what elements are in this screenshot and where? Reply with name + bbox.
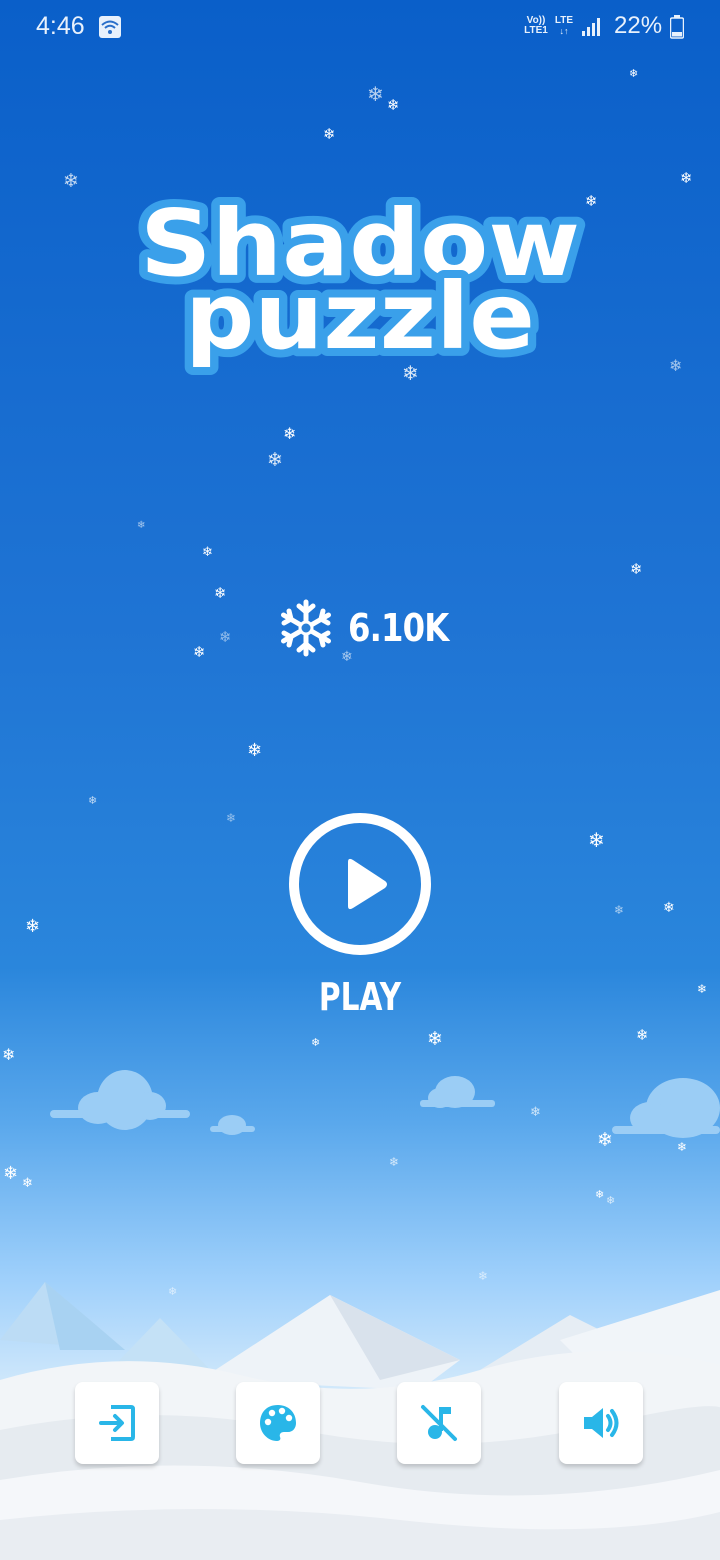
snowflake-icon: ❄ <box>697 982 708 996</box>
snowflake-icon: ❄ <box>629 67 639 80</box>
snowflake-icon: ❄ <box>387 96 400 114</box>
sound-on-icon <box>584 1408 619 1438</box>
snowflake-icon: ❄ <box>267 449 283 471</box>
game-title-logo: Shadow puzzle <box>120 180 600 380</box>
snowflake-icon: ❄ <box>630 560 643 578</box>
snowflake-icon: ❄ <box>283 424 297 443</box>
snowflake-icon: ❄ <box>88 794 98 807</box>
music-toggle-button[interactable] <box>397 1382 481 1464</box>
music-off-icon <box>421 1405 457 1441</box>
snowflake-icon: ❄ <box>588 828 605 852</box>
volte-indicator: Vo)) LTE1 <box>522 16 550 36</box>
snowflake-icon: ❄ <box>214 584 227 602</box>
score-value: 6.10K <box>348 606 449 650</box>
snowflake-icon: ❄ <box>663 900 675 916</box>
play-button[interactable] <box>286 810 434 958</box>
wifi-icon <box>99 16 121 38</box>
battery-icon <box>670 15 684 39</box>
theme-button[interactable] <box>236 1382 320 1464</box>
clouds <box>50 1070 720 1138</box>
play-icon[interactable] <box>286 810 434 958</box>
battery-percentage: 22% <box>614 12 663 39</box>
snowflake-icon: ❄ <box>680 169 693 187</box>
snowflake-icon: ❄ <box>137 520 146 531</box>
snowflake-score: 6.10K <box>276 598 466 658</box>
play-label[interactable]: PLAY <box>282 975 438 1019</box>
data-arrows-icon: ↓↑ <box>559 26 569 36</box>
title-logo-svg: Shadow puzzle <box>132 182 588 378</box>
status-time: 4:46 <box>36 12 85 40</box>
snowy-landscape <box>0 1070 720 1560</box>
snowflake-icon: ❄ <box>669 356 683 375</box>
snowflake-icon: ❄ <box>63 170 79 192</box>
snowflake-icon: ❄ <box>427 1028 443 1050</box>
exit-button[interactable] <box>75 1382 159 1464</box>
title-line2: puzzle <box>185 263 535 370</box>
lte-indicator: LTE ↓↑ <box>553 15 575 37</box>
snowflake-icon <box>281 599 331 657</box>
exit-icon <box>99 1405 135 1441</box>
snowflake-icon: ❄ <box>25 916 41 937</box>
snowflake-icon: ❄ <box>311 1036 321 1049</box>
snowflake-icon: ❄ <box>202 545 213 560</box>
snowflake-icon: ❄ <box>614 903 625 917</box>
snowflake-icon: ❄ <box>219 628 232 646</box>
snowflake-icon: ❄ <box>226 811 237 825</box>
snowflake-icon: ❄ <box>636 1026 649 1044</box>
snowflake-icon: ❄ <box>247 740 263 761</box>
volte-line2: LTE1 <box>524 25 548 36</box>
snowflake-icon: ❄ <box>367 82 384 106</box>
snowflake-icon: ❄ <box>193 643 206 661</box>
status-bar: 4:46 Vo)) LTE1 LTE ↓↑ 22% <box>0 0 720 56</box>
snowflake-icon: ❄ <box>323 125 336 143</box>
palette-icon <box>260 1405 296 1441</box>
lte-text: LTE <box>554 15 574 26</box>
sound-toggle-button[interactable] <box>559 1382 643 1464</box>
signal-icon <box>582 18 600 36</box>
